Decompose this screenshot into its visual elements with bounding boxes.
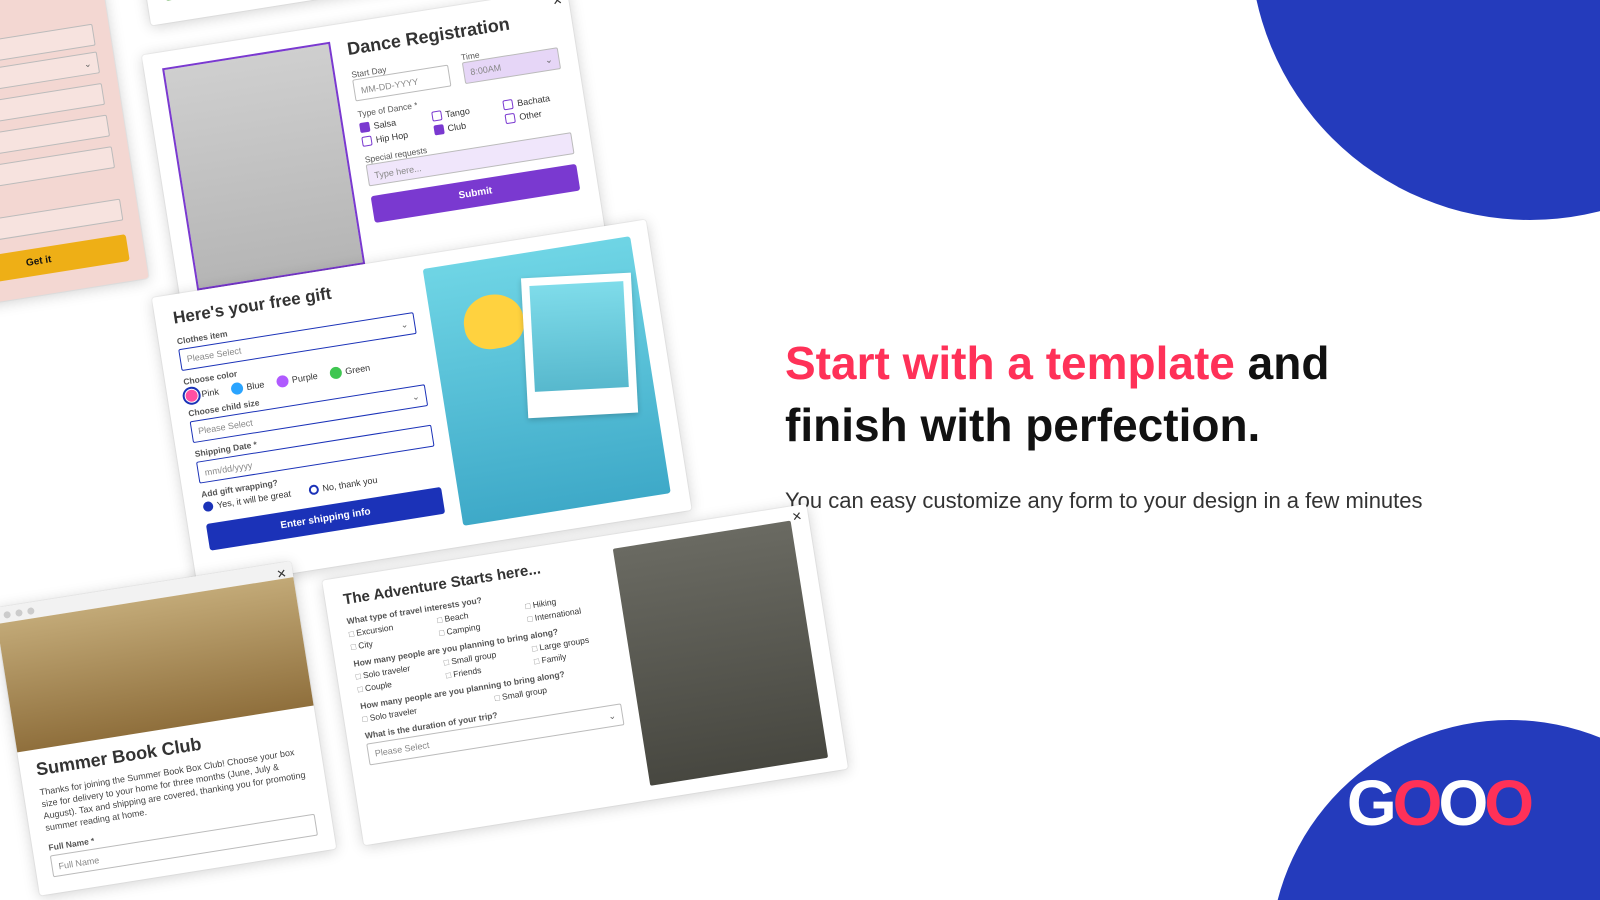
card-image-backpack bbox=[613, 521, 828, 786]
color-dot-icon bbox=[185, 389, 199, 403]
chevron-down-icon: ⌄ bbox=[607, 704, 618, 727]
logo-letter-g: G bbox=[1347, 766, 1393, 840]
chevron-down-icon: ⌄ bbox=[399, 313, 410, 336]
polaroid-icon bbox=[521, 273, 638, 419]
close-icon[interactable]: ✕ bbox=[551, 0, 563, 8]
card-image-dancer bbox=[162, 42, 365, 291]
chevron-down-icon: ⌄ bbox=[82, 52, 93, 75]
decorative-circle-top bbox=[1250, 0, 1600, 220]
rubber-duck-icon bbox=[460, 290, 528, 353]
chevron-down-icon: ⌄ bbox=[410, 385, 421, 408]
browser-dot-icon bbox=[27, 607, 35, 615]
logo-letter-o2: O bbox=[1438, 766, 1484, 840]
swatch-pink[interactable]: Pink bbox=[185, 386, 220, 403]
get-it-button[interactable]: Get it bbox=[161, 0, 505, 1]
checkbox-icon bbox=[433, 124, 444, 135]
template-card-pets: ✕ ends age of the pet 12 months ⌄ Delive… bbox=[0, 0, 149, 316]
close-icon[interactable]: ✕ bbox=[276, 566, 288, 581]
swatch-purple[interactable]: Purple bbox=[275, 370, 318, 388]
logo-letter-o3: O bbox=[1484, 766, 1530, 840]
checkbox-icon bbox=[503, 99, 514, 110]
checkbox-icon bbox=[361, 135, 372, 146]
browser-dot-icon bbox=[3, 610, 11, 618]
logo-letter-o1: O bbox=[1393, 766, 1439, 840]
color-dot-icon bbox=[275, 375, 289, 389]
browser-dot-icon bbox=[15, 608, 23, 616]
swatch-green[interactable]: Green bbox=[329, 362, 371, 380]
close-icon[interactable]: ✕ bbox=[791, 509, 803, 524]
color-dot-icon bbox=[230, 382, 244, 396]
radio-icon bbox=[308, 484, 319, 495]
color-dot-icon bbox=[329, 366, 343, 380]
checkbox-icon bbox=[359, 122, 370, 133]
card-image-toys bbox=[423, 236, 671, 526]
checkbox-icon bbox=[505, 113, 516, 124]
radio-icon bbox=[202, 501, 213, 512]
checkbox-icon bbox=[431, 110, 442, 121]
template-collage: ✕ ends age of the pet 12 months ⌄ Delive… bbox=[0, 0, 957, 900]
chevron-down-icon: ⌄ bbox=[543, 48, 554, 71]
brand-logo: G O O O bbox=[1347, 766, 1530, 840]
template-card-bookclub: ✕ Summer Book Club Thanks for joining th… bbox=[0, 561, 336, 895]
swatch-blue[interactable]: Blue bbox=[230, 378, 265, 395]
